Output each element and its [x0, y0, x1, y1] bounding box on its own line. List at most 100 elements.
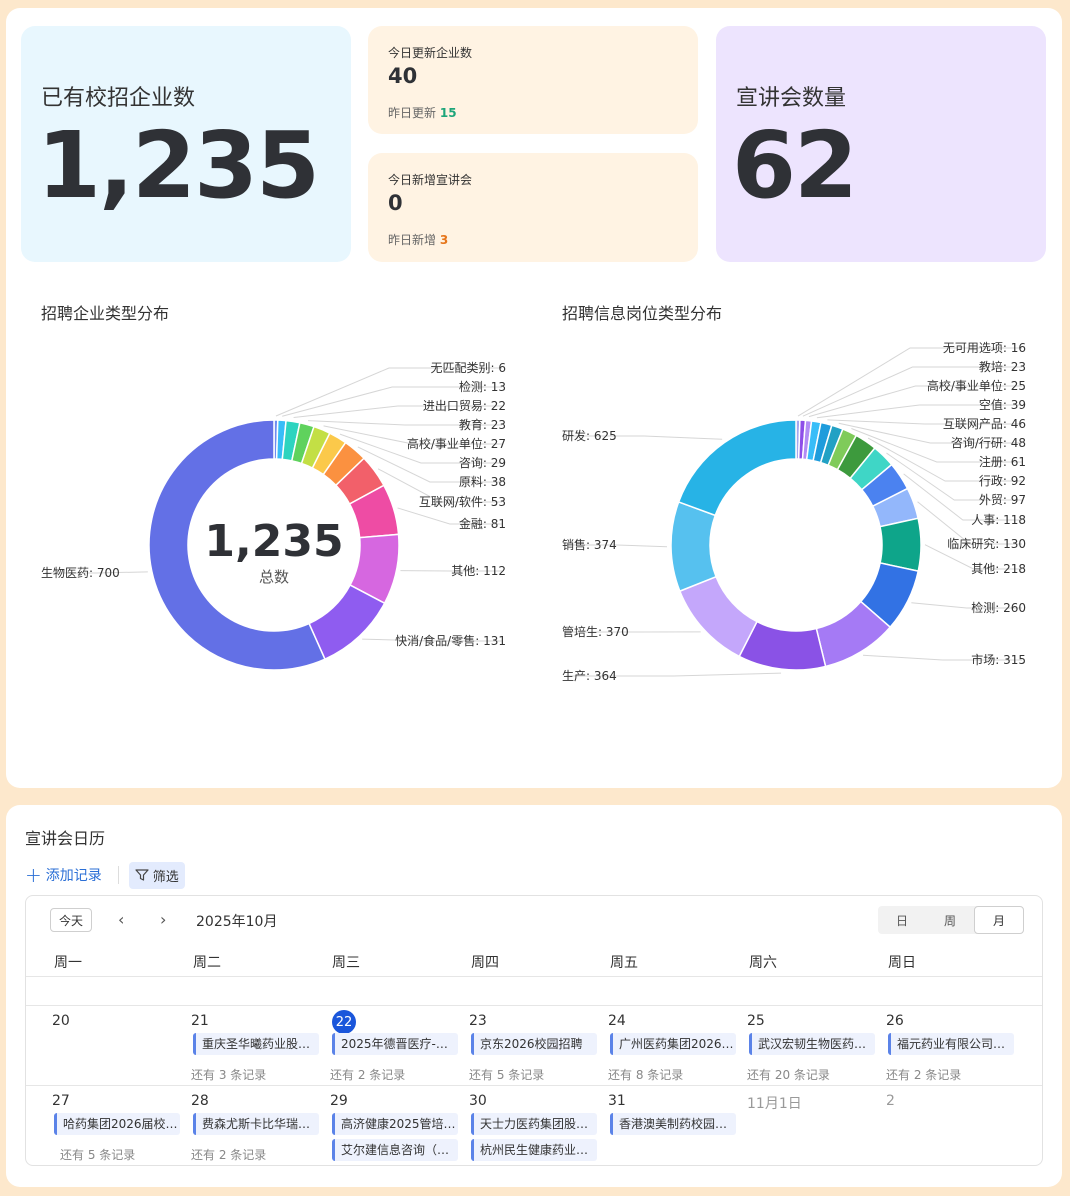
prev-month-icon[interactable]: ‹: [118, 910, 124, 929]
event-chip[interactable]: 香港澳美制药校园招聘: [610, 1113, 736, 1135]
grid-line: [26, 1005, 1042, 1006]
slice-label: 人事: 118: [971, 513, 1026, 527]
slice-label: 生物医药: 700: [41, 566, 120, 580]
more-records-link[interactable]: 还有 2 条记录: [330, 1066, 405, 1083]
slice-label: 临床研究: 130: [947, 536, 1026, 551]
slice-label: 注册: 61: [979, 454, 1026, 469]
slice-label: 其他: 112: [451, 564, 506, 578]
event-chip[interactable]: 重庆圣华曦药业股份有限公司: [193, 1033, 319, 1055]
slice-label: 生产: 364: [562, 669, 617, 683]
slice-label: 金融: 81: [459, 516, 506, 531]
day-number[interactable]: 30: [469, 1093, 487, 1109]
day-number[interactable]: 25: [747, 1013, 765, 1029]
grid-line: [26, 976, 1042, 977]
donut-center-value: 1,235: [204, 516, 343, 567]
event-chip[interactable]: 2025年德晋医疗-校园招聘: [332, 1033, 458, 1055]
day-number[interactable]: 20: [52, 1013, 70, 1029]
slice-label: 市场: 315: [971, 652, 1026, 667]
next-month-icon[interactable]: ›: [160, 910, 166, 929]
slice-label: 管培生: 370: [562, 624, 629, 639]
event-chip[interactable]: 福元药业有限公司校园招聘: [888, 1033, 1014, 1055]
day-number[interactable]: 23: [469, 1013, 487, 1029]
more-records-link[interactable]: 还有 2 条记录: [191, 1146, 266, 1163]
dashboard-panel: 已有校招企业数 1,235 今日更新企业数 40 昨日更新 15 今日新增宣讲会…: [6, 8, 1062, 788]
filter-button[interactable]: 筛选: [128, 861, 185, 889]
slice-label: 教培: 23: [979, 359, 1026, 374]
event-chip[interactable]: 武汉宏韧生物医药股份有限公司: [749, 1033, 875, 1055]
day-number[interactable]: 24: [608, 1013, 626, 1029]
view-week-button[interactable]: 周: [926, 906, 974, 934]
slice-label: 销售: 374: [562, 537, 617, 552]
weekday-label: 周二: [193, 955, 221, 971]
event-chip[interactable]: 费森尤斯卡比华瑞制药有限公司: [193, 1113, 319, 1135]
toolbar-divider: [117, 866, 119, 884]
slice-label: 高校/事业单位: 27: [407, 436, 506, 451]
slice-label: 研发: 625: [562, 428, 617, 443]
slice-label: 行政: 92: [979, 474, 1026, 488]
slice-销售: [670, 500, 718, 593]
current-month-label: 2025年10月: [196, 914, 278, 930]
slice-管培生: [678, 575, 758, 658]
day-number[interactable]: 28: [191, 1093, 209, 1109]
calendar-toolbar: + 添加记录 筛选: [25, 861, 185, 889]
add-record-button[interactable]: + 添加记录: [25, 865, 102, 885]
grid-line: [26, 1085, 1042, 1086]
slice-其他: [879, 517, 922, 572]
today-button[interactable]: 今天: [50, 908, 92, 932]
weekday-label: 周三: [332, 955, 360, 971]
more-records-link[interactable]: 还有 8 条记录: [608, 1066, 683, 1083]
add-record-label: 添加记录: [45, 868, 102, 884]
day-number[interactable]: 26: [886, 1013, 904, 1029]
slice-label: 空值: 39: [979, 397, 1026, 412]
slice-label: 互联网产品: 46: [943, 417, 1026, 431]
slice-label: 无可用选项: 16: [943, 341, 1026, 355]
weekday-label: 周一: [54, 955, 82, 971]
event-chip[interactable]: 天士力医药集团股份有限公司: [471, 1113, 597, 1135]
more-records-link[interactable]: 还有 5 条记录: [469, 1066, 544, 1083]
day-number[interactable]: 21: [191, 1013, 209, 1029]
more-records-link[interactable]: 还有 2 条记录: [886, 1066, 961, 1083]
weekday-label: 周五: [610, 955, 638, 971]
day-number[interactable]: 2: [886, 1093, 895, 1109]
plus-icon: +: [25, 863, 42, 887]
view-month-button[interactable]: 月: [974, 906, 1024, 934]
more-records-link[interactable]: 还有 3 条记录: [191, 1066, 266, 1083]
event-chip[interactable]: 京东2026校园招聘: [471, 1033, 597, 1055]
weekday-label: 周日: [888, 955, 916, 971]
donut-center-label: 总数: [259, 568, 289, 586]
day-number[interactable]: 31: [608, 1093, 626, 1109]
slice-研发: [677, 419, 797, 517]
event-chip[interactable]: 哈药集团2026届校园招聘: [54, 1113, 180, 1135]
slice-label: 高校/事业单位: 25: [927, 378, 1026, 393]
calendar-panel: 宣讲会日历 + 添加记录 筛选 今天 ‹ › 2025年10月 日 周 月 周一…: [6, 805, 1062, 1187]
day-number[interactable]: 11月1日: [747, 1093, 802, 1113]
slice-label: 无匹配类别: 6: [431, 361, 507, 375]
slice-label: 外贸: 97: [979, 493, 1026, 507]
donut-charts: 无匹配类别: 6 检测: 13 进出口贸易: 22 教育: 23 高校/事业单位: 27…: [41, 341, 1026, 683]
slice-label: 原料: 38: [459, 475, 506, 489]
event-chip[interactable]: 杭州民生健康药业股份有限公司: [471, 1139, 597, 1161]
slice-label: 互联网/软件: 53: [419, 495, 506, 509]
slice-label: 检测: 260: [971, 600, 1026, 615]
event-chip[interactable]: 广州医药集团2026届校园招聘: [610, 1033, 736, 1055]
view-day-button[interactable]: 日: [878, 906, 926, 934]
day-number[interactable]: 29: [330, 1093, 348, 1109]
calendar-title: 宣讲会日历: [25, 829, 106, 848]
slice-label: 咨询: 29: [459, 455, 506, 470]
view-switcher: 日 周 月: [878, 906, 1024, 934]
more-records-link[interactable]: 还有 5 条记录: [60, 1146, 135, 1163]
slice-label: 其他: 218: [971, 562, 1026, 576]
slice-label: 教育: 23: [459, 417, 506, 432]
event-chip[interactable]: 艾尔建信息咨询（上海）有限公司: [332, 1139, 458, 1161]
weekday-label: 周四: [471, 955, 499, 971]
slice-label: 检测: 13: [459, 379, 506, 394]
weekday-label: 周六: [749, 955, 777, 971]
day-number[interactable]: 27: [52, 1093, 70, 1109]
calendar-grid: 今天 ‹ › 2025年10月 日 周 月 周一 周二 周三 周四 周五 周六 周日 20 21…: [25, 895, 1043, 1166]
more-records-link[interactable]: 还有 20 条记录: [747, 1066, 830, 1083]
event-chip[interactable]: 高济健康2025管培生招聘: [332, 1113, 458, 1135]
day-number-today[interactable]: 22: [332, 1010, 356, 1034]
slice-label: 快消/食品/零售: 131: [395, 633, 506, 648]
slice-label: 进出口贸易: 22: [423, 399, 506, 413]
filter-icon: [135, 869, 149, 881]
